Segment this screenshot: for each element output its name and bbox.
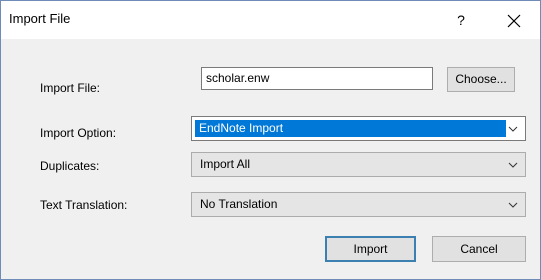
text-translation-value: No Translation <box>200 197 278 211</box>
import-option-label: Import Option: <box>40 126 117 140</box>
title-bar: Import File ? <box>1 1 540 39</box>
duplicates-label: Duplicates: <box>40 159 100 173</box>
chevron-down-icon <box>508 162 518 168</box>
text-translation-select[interactable]: No Translation <box>191 192 526 217</box>
duplicates-select[interactable]: Import All <box>191 152 526 177</box>
duplicates-value: Import All <box>200 157 251 171</box>
text-translation-label: Text Translation: <box>40 198 128 212</box>
import-file-dialog: Import File ? Import File: scholar.enw C… <box>0 0 541 280</box>
help-icon[interactable]: ? <box>449 10 473 30</box>
cancel-button[interactable]: Cancel <box>432 236 526 262</box>
dialog-title: Import File <box>9 11 71 26</box>
import-file-label: Import File: <box>40 81 101 95</box>
chevron-down-icon <box>508 126 518 132</box>
import-option-select[interactable]: EndNote Import <box>191 116 526 141</box>
choose-button[interactable]: Choose... <box>447 67 515 92</box>
import-option-value: EndNote Import <box>195 120 506 137</box>
import-button[interactable]: Import <box>325 236 416 262</box>
import-file-field[interactable]: scholar.enw <box>201 67 433 90</box>
chevron-down-icon <box>508 202 518 208</box>
close-icon[interactable] <box>499 7 529 33</box>
